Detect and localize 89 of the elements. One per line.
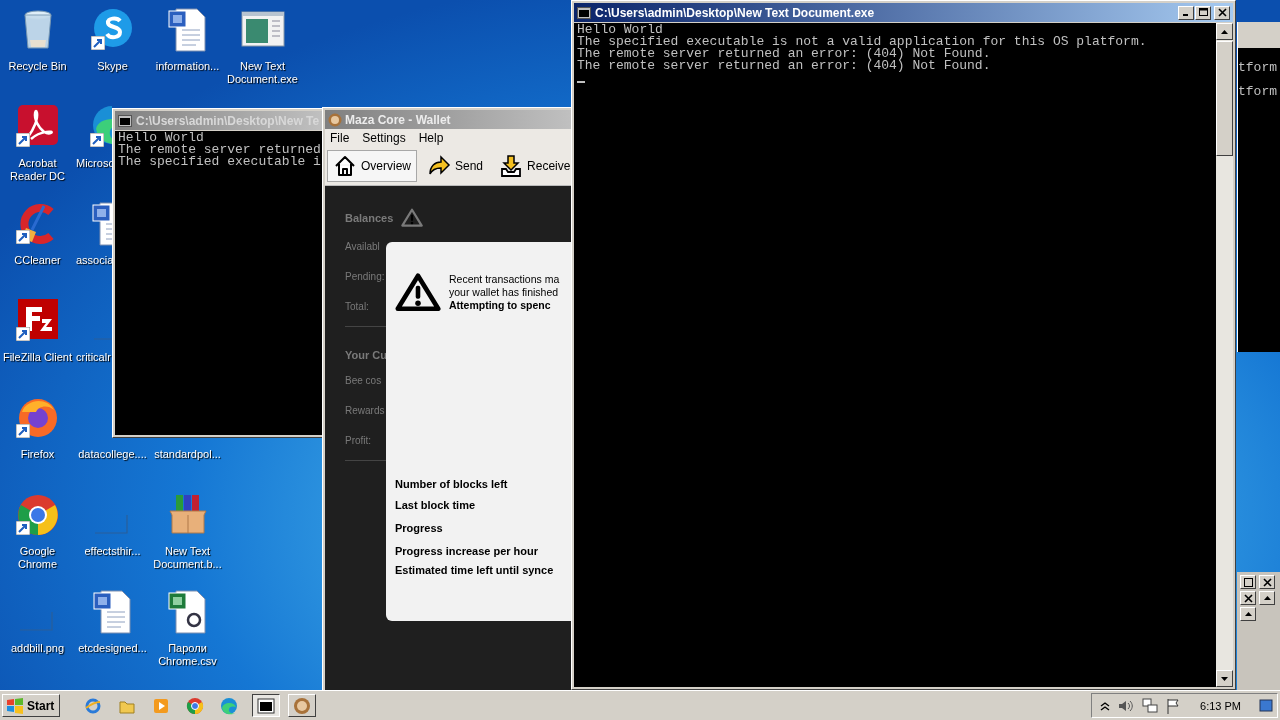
menu-item[interactable]: Settings: [362, 131, 406, 145]
scroll-down-button[interactable]: [1216, 670, 1233, 687]
coin-icon: [293, 696, 312, 715]
speaker-icon[interactable]: [1118, 698, 1135, 713]
scroll-up-button[interactable]: [1216, 23, 1233, 40]
toolbar-tab[interactable]: Overview: [327, 150, 417, 182]
console-line: Hello World: [118, 132, 204, 144]
field-label: Pending:: [345, 271, 385, 283]
warning-icon: [395, 272, 441, 313]
scrollbar-thumb[interactable]: [1216, 41, 1233, 156]
field-label: Progress increase per hour: [395, 544, 539, 559]
text-cursor: [577, 81, 585, 83]
message-text: your wallet has finished: [449, 286, 559, 299]
console-line: The remote server returned an error: (404) Not Found.: [577, 48, 991, 60]
console-line: The specified executable is not a valid application for this OS platform.: [577, 36, 1147, 48]
field-label: Number of blocks left: [395, 477, 508, 492]
inbox-icon: [499, 154, 524, 178]
close-button[interactable]: [1214, 5, 1230, 20]
desktop-icon-label[interactable]: etcdesigned...: [78, 642, 147, 655]
desktop-icon-label[interactable]: Skype: [97, 60, 128, 73]
desktop-icon-label[interactable]: Google Chrome: [1, 545, 74, 571]
console-window-icon: [257, 696, 276, 715]
maximize-button[interactable]: [1240, 575, 1256, 589]
maximize-icon: [1243, 577, 1253, 587]
desktop-icon-label[interactable]: standardpol...: [154, 448, 221, 461]
desktop-icon-label[interactable]: FileZilla Client: [2, 351, 73, 364]
toolbar-tab[interactable]: Send: [421, 150, 490, 182]
desktop-icon-label[interactable]: Acrobat Reader DC: [1, 157, 74, 183]
message-text: Attempting to spenc: [449, 299, 551, 312]
console-line: tform.: [1238, 83, 1280, 101]
field-label: Rewards: [345, 405, 385, 417]
desktop-icon-label[interactable]: CCleaner: [14, 254, 61, 267]
scrollbar-track[interactable]: [1216, 23, 1233, 687]
console-window-icon: [577, 6, 591, 19]
network-icon[interactable]: [1142, 697, 1159, 714]
scroll-up-button[interactable]: [1259, 591, 1275, 605]
desktop-icon-label[interactable]: addbill.png: [10, 642, 65, 655]
section-heading: Your Cu: [345, 349, 387, 362]
desktop-icon-label[interactable]: effectsthir...: [84, 545, 141, 558]
down-arrow-icon: [1221, 676, 1228, 681]
field-label: Last block time: [395, 498, 476, 513]
desktop-icon-label[interactable]: information...: [155, 60, 220, 73]
close-icon: [1262, 577, 1272, 587]
menu-item[interactable]: Help: [418, 131, 444, 145]
show-desktop-icon[interactable]: [1259, 697, 1273, 714]
close-icon: [1217, 8, 1227, 17]
start-button[interactable]: Start: [2, 694, 61, 717]
console-line: Hello World: [577, 24, 663, 36]
field-label: Progress: [395, 521, 443, 536]
browser-icon[interactable]: [186, 696, 205, 715]
home-icon: [333, 154, 357, 178]
console-line: The remote server returned an error: (404) Not Found.: [577, 60, 991, 72]
desktop-icon-label[interactable]: datacollege....: [78, 448, 147, 461]
close-icon: [1243, 593, 1253, 603]
message-text: Recent transactions ma: [449, 273, 560, 286]
desktop-icon-label[interactable]: Пароли Chrome.csv: [151, 642, 224, 668]
flag-icon[interactable]: [1166, 697, 1181, 714]
field-label: Availabl: [345, 241, 380, 253]
windows-logo-icon: [6, 697, 24, 714]
taskbar-window-button[interactable]: [252, 694, 281, 717]
toolbar-tab[interactable]: Receive: [493, 150, 571, 182]
scroll-up-button[interactable]: [1240, 607, 1256, 621]
console-line: The specified executable i: [118, 156, 321, 168]
desktop-icon-label[interactable]: Recycle Bin: [8, 60, 67, 73]
desktop-icon-label[interactable]: New Text Document.exe: [226, 60, 299, 86]
desktop-icon-label[interactable]: New Text Document.b...: [151, 545, 224, 571]
window-title: Maza Core - Wallet: [345, 112, 451, 127]
field-label: Total:: [345, 301, 369, 313]
desktop-icon-label[interactable]: criticalr: [76, 351, 111, 364]
maximize-icon: [1198, 8, 1208, 17]
desktop-icon-label[interactable]: Firefox: [20, 448, 55, 461]
console-line: tform.: [1238, 59, 1280, 77]
field-label: Bee cos: [345, 375, 382, 387]
console-window-icon: [118, 114, 132, 127]
arrow-icon: [427, 154, 451, 178]
field-label: Profit:: [345, 435, 372, 447]
console-line: The remote server returned: [118, 144, 321, 156]
chevron-icon[interactable]: [1100, 700, 1111, 711]
close-button[interactable]: [1259, 575, 1275, 589]
up-arrow-icon: [1221, 29, 1228, 34]
section-heading: Balances: [345, 211, 394, 224]
field-label: Estimated time left until synce: [395, 563, 554, 578]
close-button[interactable]: [1240, 591, 1256, 605]
coin-icon: [328, 112, 342, 127]
menu-item[interactable]: File: [330, 131, 350, 145]
clock[interactable]: 6:13 PM: [1200, 699, 1241, 712]
minimize-button[interactable]: [1178, 5, 1194, 20]
maximize-button[interactable]: [1195, 5, 1211, 20]
window-title: C:\Users\admin\Desktop\New Text Document.exe: [595, 5, 876, 20]
